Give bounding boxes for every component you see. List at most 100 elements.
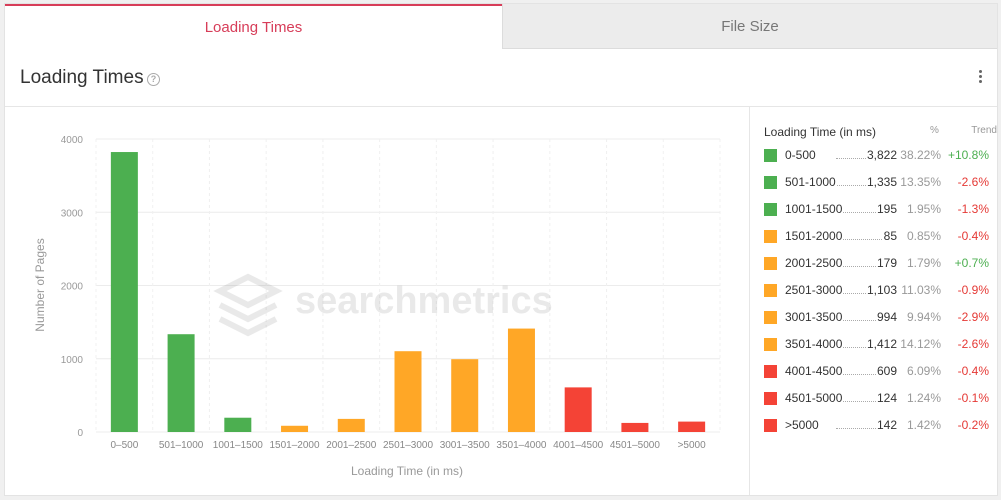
legend-value: 142 bbox=[875, 418, 897, 432]
legend-label: 2001-2500 bbox=[785, 256, 844, 270]
x-tick-label: 501–1000 bbox=[159, 440, 204, 451]
legend-label: 1501-2000 bbox=[785, 229, 844, 243]
x-tick-label: 3001–3500 bbox=[440, 440, 490, 451]
y-axis-ticks: 0 1000 2000 3000 4000 bbox=[61, 135, 84, 439]
legend-trend: +10.8% bbox=[947, 148, 989, 162]
legend-label: 1001-1500 bbox=[785, 202, 844, 216]
legend-trend: -0.9% bbox=[957, 283, 989, 297]
legend-swatch[interactable] bbox=[764, 149, 777, 162]
legend-value: 124 bbox=[875, 391, 897, 405]
legend-table: Loading Time (in ms) % Trend 0-500 3,822 3… bbox=[750, 107, 997, 495]
legend-percent: 14.12% bbox=[900, 337, 941, 351]
legend-swatch[interactable] bbox=[764, 284, 777, 297]
legend-swatch[interactable] bbox=[764, 338, 777, 351]
legend-label: 501-1000 bbox=[785, 175, 837, 189]
x-axis-ticks: 0–500 501–1000 1001–1500 1501–2000 2001–2500… bbox=[110, 440, 706, 451]
help-icon[interactable]: ? bbox=[147, 73, 160, 86]
legend-row[interactable]: 2001-2500 179 1.79% +0.7% bbox=[764, 255, 989, 273]
y-tick-label: 0 bbox=[77, 428, 83, 439]
legend-row[interactable]: 4001-4500 609 6.09% -0.4% bbox=[764, 363, 989, 381]
legend-swatch[interactable] bbox=[764, 257, 777, 270]
bar-10[interactable] bbox=[678, 421, 706, 432]
legend-label: 4001-4500 bbox=[785, 364, 844, 378]
legend-percent: 1.24% bbox=[906, 391, 941, 405]
x-tick-label: 4501–5000 bbox=[610, 440, 660, 451]
legend-swatch[interactable] bbox=[764, 230, 777, 243]
legend-swatch[interactable] bbox=[764, 392, 777, 405]
legend-value: 3,822 bbox=[865, 148, 897, 162]
chart-panel: searchmetrics 0 1000 2000 3000 4000 0–500 501… bbox=[5, 107, 749, 495]
legend-header-label: Loading Time (in ms) bbox=[764, 125, 877, 139]
legend-header: Loading Time (in ms) % Trend bbox=[764, 125, 997, 141]
legend-value: 994 bbox=[875, 310, 897, 324]
legend-row[interactable]: 2501-3000 1,103 11.03% -0.9% bbox=[764, 282, 989, 300]
legend-label: 3001-3500 bbox=[785, 310, 844, 324]
tab-loading-times[interactable]: Loading Times bbox=[5, 4, 502, 49]
legend-swatch[interactable] bbox=[764, 419, 777, 432]
widget-header: Loading Times ? bbox=[5, 49, 997, 107]
x-tick-label: 0–500 bbox=[110, 440, 138, 451]
y-tick-label: 1000 bbox=[61, 355, 84, 366]
legend-percent: 6.09% bbox=[906, 364, 941, 378]
legend-row[interactable]: 3001-3500 994 9.94% -2.9% bbox=[764, 309, 989, 327]
legend-percent: 13.35% bbox=[900, 175, 941, 189]
legend-percent: 1.95% bbox=[906, 202, 941, 216]
watermark-logo: searchmetrics bbox=[213, 273, 553, 337]
x-tick-label: 4001–4500 bbox=[553, 440, 603, 451]
x-axis-label: Loading Time (in ms) bbox=[351, 464, 463, 478]
legend-row[interactable]: 501-1000 1,335 13.35% -2.6% bbox=[764, 174, 989, 192]
legend-percent: 38.22% bbox=[900, 148, 941, 162]
y-axis-label: Number of Pages bbox=[33, 238, 47, 331]
legend-header-pct: % bbox=[930, 125, 939, 136]
bar-5[interactable] bbox=[394, 351, 422, 432]
legend-label: 4501-5000 bbox=[785, 391, 844, 405]
watermark-text: searchmetrics bbox=[295, 280, 553, 322]
x-tick-label: 2501–3000 bbox=[383, 440, 433, 451]
legend-value: 1,335 bbox=[865, 175, 897, 189]
legend-trend: -1.3% bbox=[957, 202, 989, 216]
legend-header-trend: Trend bbox=[971, 125, 997, 136]
legend-swatch[interactable] bbox=[764, 311, 777, 324]
legend-row[interactable]: 1001-1500 195 1.95% -1.3% bbox=[764, 201, 989, 219]
legend-percent: 1.79% bbox=[906, 256, 941, 270]
legend-percent: 0.85% bbox=[906, 229, 941, 243]
bar-3[interactable] bbox=[281, 425, 309, 432]
x-tick-label: 1501–2000 bbox=[270, 440, 320, 451]
legend-label: 3501-4000 bbox=[785, 337, 844, 351]
legend-swatch[interactable] bbox=[764, 203, 777, 216]
legend-row[interactable]: 1501-2000 85 0.85% -0.4% bbox=[764, 228, 989, 246]
tab-file-size[interactable]: File Size bbox=[502, 4, 997, 49]
legend-row[interactable]: 3501-4000 1,412 14.12% -2.6% bbox=[764, 336, 989, 354]
y-tick-label: 4000 bbox=[61, 135, 84, 146]
loading-times-chart: searchmetrics 0 1000 2000 3000 4000 0–500 501… bbox=[33, 135, 721, 478]
legend-row[interactable]: >5000 142 1.42% -0.2% bbox=[764, 417, 989, 435]
legend-value: 195 bbox=[875, 202, 897, 216]
bar-0[interactable] bbox=[110, 152, 138, 432]
loading-times-widget: Loading Times File Size Loading Times ? … bbox=[4, 3, 998, 496]
bar-1[interactable] bbox=[167, 334, 195, 432]
bar-4[interactable] bbox=[337, 418, 365, 432]
legend-swatch[interactable] bbox=[764, 365, 777, 378]
legend-trend: -0.2% bbox=[957, 418, 989, 432]
legend-swatch[interactable] bbox=[764, 176, 777, 189]
legend-trend: -2.6% bbox=[957, 337, 989, 351]
legend-row[interactable]: 4501-5000 124 1.24% -0.1% bbox=[764, 390, 989, 408]
legend-trend: -0.4% bbox=[957, 229, 989, 243]
legend-trend: +0.7% bbox=[954, 256, 989, 270]
legend-value: 609 bbox=[875, 364, 897, 378]
bar-2[interactable] bbox=[224, 417, 252, 432]
x-tick-label: >5000 bbox=[678, 440, 707, 451]
tab-bar: Loading Times File Size bbox=[5, 4, 997, 49]
x-tick-label: 2001–2500 bbox=[326, 440, 376, 451]
bar-8[interactable] bbox=[564, 387, 592, 432]
x-tick-label: 3501–4000 bbox=[496, 440, 546, 451]
bar-7[interactable] bbox=[507, 328, 535, 432]
legend-row[interactable]: 0-500 3,822 38.22% +10.8% bbox=[764, 147, 989, 165]
bar-6[interactable] bbox=[451, 359, 479, 432]
y-tick-label: 3000 bbox=[61, 208, 84, 219]
y-tick-label: 2000 bbox=[61, 282, 84, 293]
legend-value: 85 bbox=[882, 229, 897, 243]
more-options-icon[interactable] bbox=[977, 70, 983, 86]
bar-9[interactable] bbox=[621, 422, 649, 432]
legend-label: 0-500 bbox=[785, 148, 817, 162]
